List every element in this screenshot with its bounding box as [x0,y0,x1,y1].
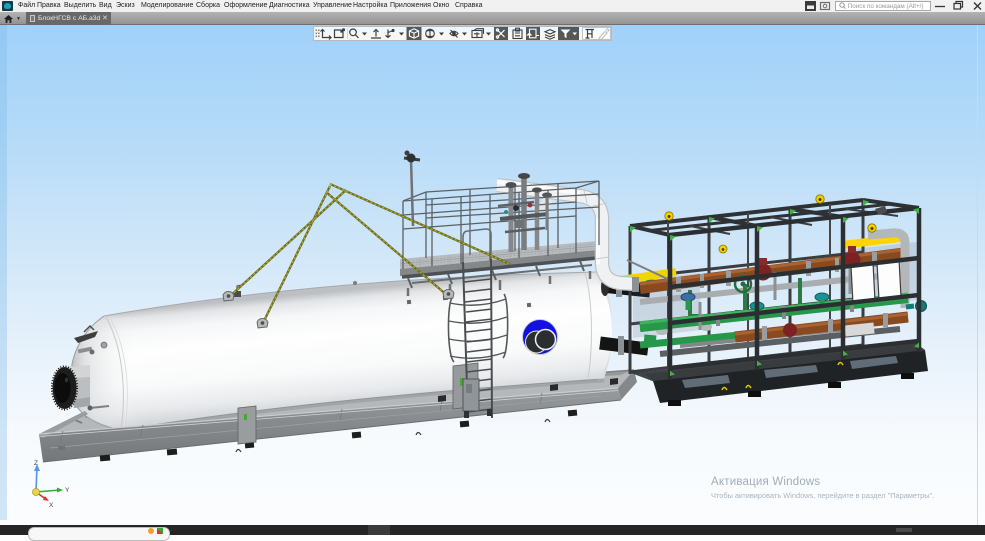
svg-text:Z: Z [34,460,38,467]
svg-text:X: X [49,502,54,509]
svg-text:Y: Y [65,487,70,494]
